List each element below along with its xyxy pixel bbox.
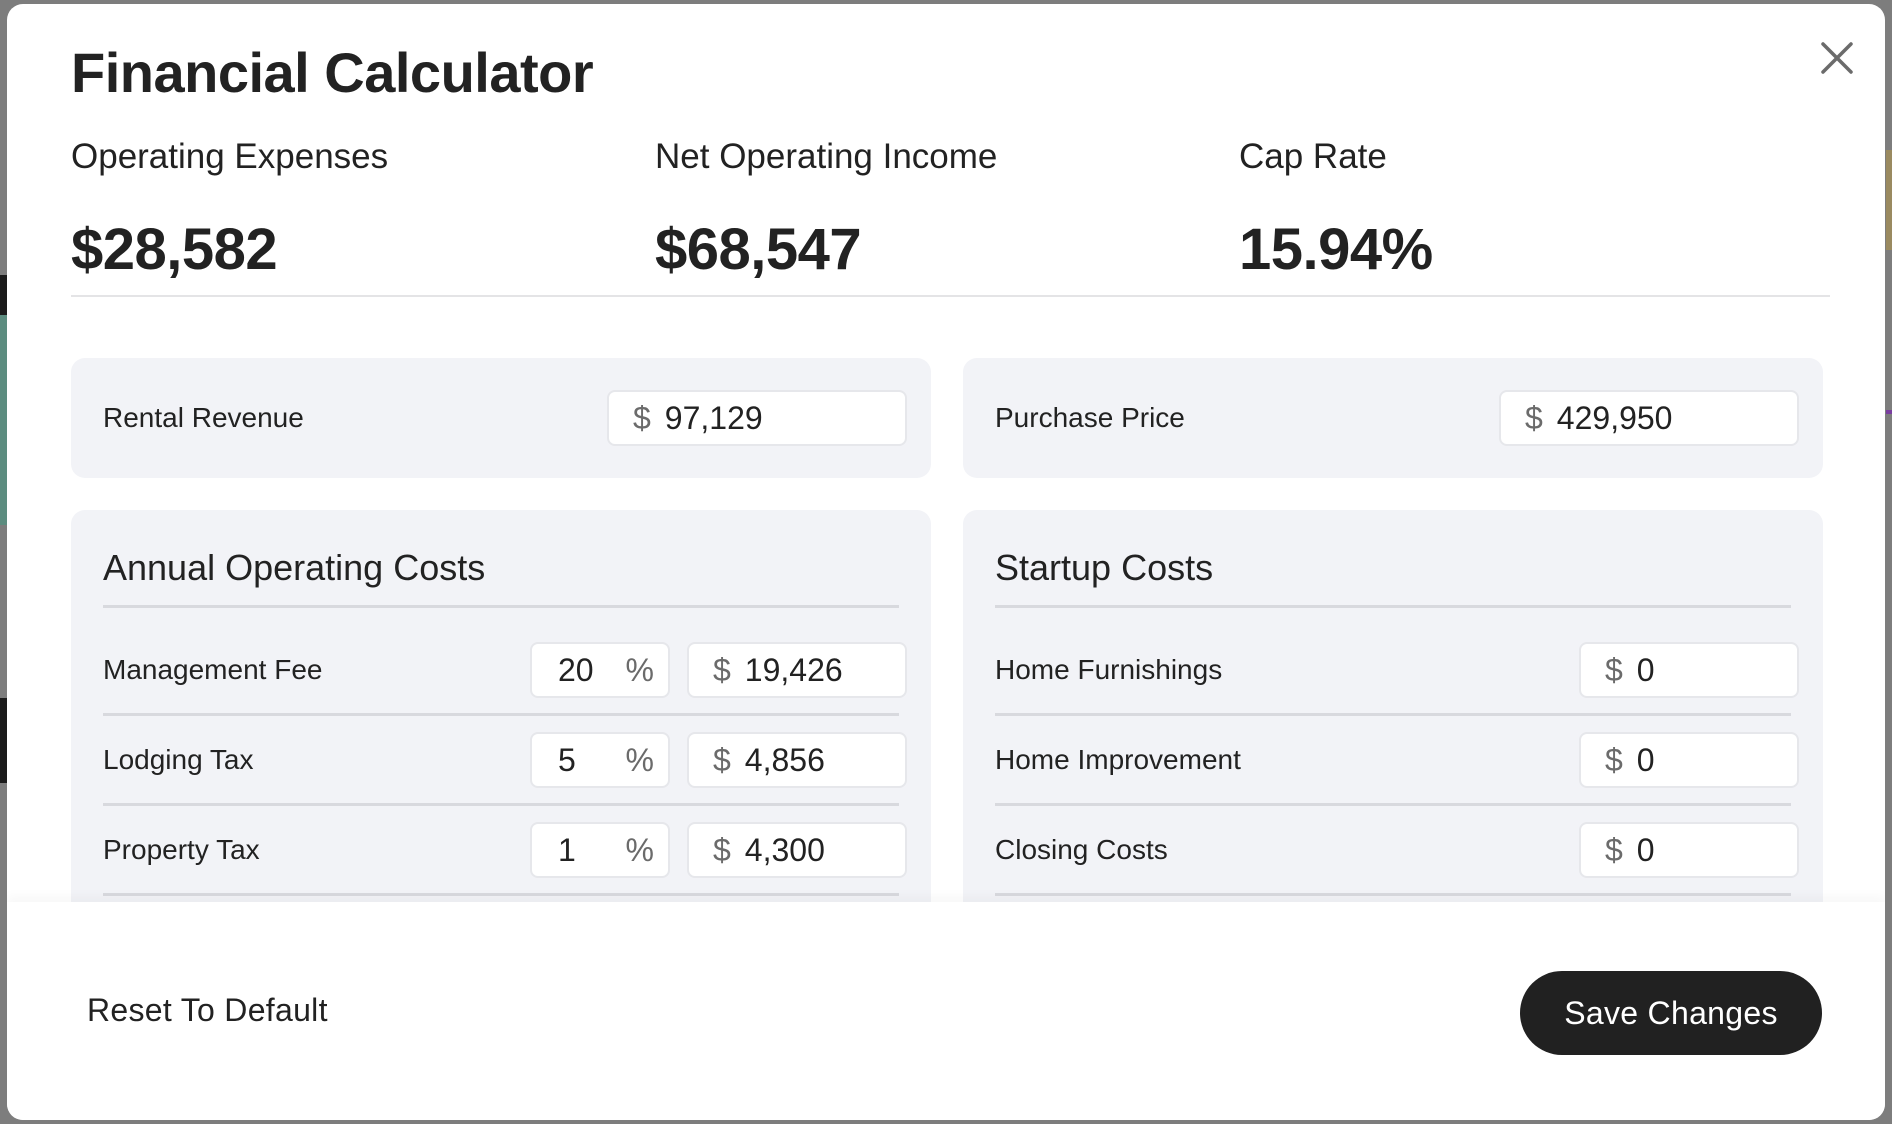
row-label: Management Fee xyxy=(103,654,323,685)
property-tax-percent-input[interactable]: 1 % xyxy=(530,822,670,878)
home-furnishings-input[interactable]: $ 0 xyxy=(1579,642,1799,698)
section-divider xyxy=(103,605,899,608)
property-tax-amount-input[interactable]: $ 4,300 xyxy=(687,822,907,878)
purchase-price-label: Purchase Price xyxy=(995,402,1185,433)
stat-label: Net Operating Income xyxy=(655,137,998,176)
input-value: 97,129 xyxy=(664,399,763,436)
input-value: 5 xyxy=(558,741,576,778)
input-value: 0 xyxy=(1636,651,1655,688)
stat-label: Cap Rate xyxy=(1239,137,1387,176)
input-value: 20 xyxy=(558,651,594,688)
financial-calculator-modal: Financial Calculator Operating Expenses … xyxy=(7,4,1885,1120)
input-value: 0 xyxy=(1636,741,1655,778)
background-app-fragment xyxy=(1886,150,1892,250)
background-app-fragment xyxy=(1886,410,1892,414)
section-divider xyxy=(995,605,1791,608)
rental-revenue-input[interactable]: $ 97,129 xyxy=(607,390,907,446)
lodging-tax-percent-input[interactable]: 5 % xyxy=(530,732,670,788)
row-label: Lodging Tax xyxy=(103,744,254,775)
row-label: Home Furnishings xyxy=(995,654,1223,685)
input-value: 4,856 xyxy=(744,741,825,778)
row-divider xyxy=(103,713,899,716)
percent-suffix: % xyxy=(625,741,654,778)
rental-revenue-panel: Rental Revenue $ 97,129 xyxy=(71,358,931,478)
management-fee-amount-input[interactable]: $ 19,426 xyxy=(687,642,907,698)
stat-label: Operating Expenses xyxy=(71,137,389,176)
row-divider xyxy=(103,803,899,806)
row-label: Home Improvement xyxy=(995,744,1241,775)
closing-costs-input[interactable]: $ 0 xyxy=(1579,822,1799,878)
dollar-prefix: $ xyxy=(1525,399,1543,436)
reset-to-default-button[interactable]: Reset To Default xyxy=(87,992,328,1029)
row-label: Property Tax xyxy=(103,834,260,865)
summary-stats: Operating Expenses $28,582 Net Operating… xyxy=(71,136,1831,296)
annual-operating-costs-panel: Annual Operating Costs Management Fee 20… xyxy=(71,510,931,930)
percent-suffix: % xyxy=(625,651,654,688)
save-changes-button[interactable]: Save Changes xyxy=(1520,971,1822,1055)
summary-divider xyxy=(71,295,1830,297)
stat-value: 15.94% xyxy=(1239,217,1433,282)
row-divider xyxy=(995,893,1791,896)
startup-costs-panel: Startup Costs Home Furnishings $ 0 Home … xyxy=(963,510,1823,930)
section-title: Annual Operating Costs xyxy=(103,547,486,588)
dollar-prefix: $ xyxy=(633,399,651,436)
stat-operating-expenses: Operating Expenses $28,582 xyxy=(71,136,388,282)
input-value: 429,950 xyxy=(1556,399,1673,436)
stat-value: $68,547 xyxy=(655,217,862,282)
row-label: Closing Costs xyxy=(995,834,1168,865)
section-title: Startup Costs xyxy=(995,547,1214,588)
input-value: 19,426 xyxy=(744,651,843,688)
stat-value: $28,582 xyxy=(71,217,278,282)
stat-cap-rate: Cap Rate 15.94% xyxy=(1239,136,1433,282)
dollar-prefix: $ xyxy=(1605,741,1623,778)
purchase-price-panel: Purchase Price $ 429,950 xyxy=(963,358,1823,478)
dollar-prefix: $ xyxy=(1605,831,1623,868)
close-icon xyxy=(1821,42,1853,74)
percent-suffix: % xyxy=(625,831,654,868)
dollar-prefix: $ xyxy=(713,831,731,868)
input-value: 0 xyxy=(1636,831,1655,868)
modal-title: Financial Calculator xyxy=(71,41,594,104)
input-value: 4,300 xyxy=(744,831,825,868)
input-value: 1 xyxy=(558,831,576,868)
dollar-prefix: $ xyxy=(713,741,731,778)
stat-net-operating-income: Net Operating Income $68,547 xyxy=(655,136,997,282)
close-button[interactable] xyxy=(1815,36,1859,80)
rental-revenue-label: Rental Revenue xyxy=(103,402,304,433)
dollar-prefix: $ xyxy=(713,651,731,688)
lodging-tax-amount-input[interactable]: $ 4,856 xyxy=(687,732,907,788)
purchase-price-input[interactable]: $ 429,950 xyxy=(1499,390,1799,446)
modal-footer: Reset To Default Save Changes xyxy=(7,902,1885,1120)
row-divider xyxy=(995,713,1791,716)
dollar-prefix: $ xyxy=(1605,651,1623,688)
row-divider xyxy=(995,803,1791,806)
row-divider xyxy=(103,893,899,896)
home-improvement-input[interactable]: $ 0 xyxy=(1579,732,1799,788)
management-fee-percent-input[interactable]: 20 % xyxy=(530,642,670,698)
